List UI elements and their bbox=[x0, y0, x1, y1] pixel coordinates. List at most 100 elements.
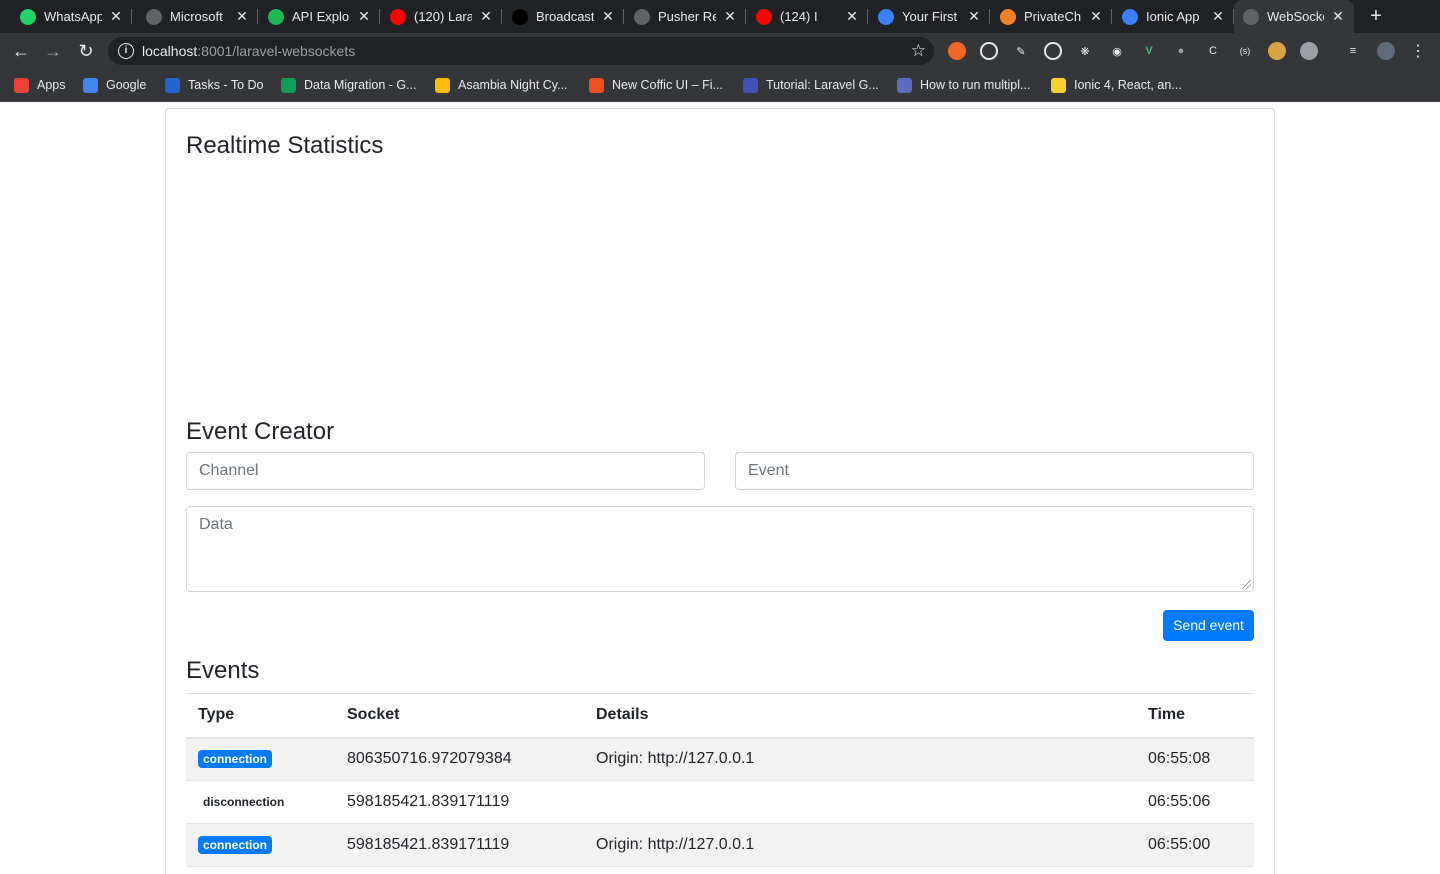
globe-icon bbox=[146, 8, 162, 25]
tab-title: Ionic App bbox=[1146, 9, 1200, 24]
event-placeholder: Event bbox=[748, 462, 789, 479]
tab-4[interactable]: Broadcast ✕ bbox=[502, 0, 624, 33]
new-tab-button[interactable]: + bbox=[1365, 5, 1387, 27]
dashboard-card: Realtime Statistics Event Creator Channe… bbox=[165, 108, 1275, 874]
close-tab-icon[interactable]: ✕ bbox=[1088, 8, 1104, 24]
stackoverflow-icon bbox=[1000, 8, 1016, 25]
url-text[interactable]: localhost:8001/laravel-websockets bbox=[142, 43, 355, 59]
event-input[interactable]: Event bbox=[735, 452, 1254, 490]
bookmark-item[interactable]: Data Migration - G... bbox=[281, 69, 417, 101]
ad-icon[interactable]: (s) bbox=[1236, 42, 1254, 60]
resize-handle-icon[interactable] bbox=[1242, 580, 1251, 589]
tab-3[interactable]: (120) Lara ✕ bbox=[380, 0, 502, 33]
bookmark-label: Data Migration - G... bbox=[304, 78, 417, 92]
tab-5[interactable]: Pusher Re ✕ bbox=[624, 0, 746, 33]
table-row: connection 806350716.972079384 Origin: htt… bbox=[186, 737, 1254, 781]
vue-icon[interactable]: V bbox=[1140, 42, 1158, 60]
column-header-socket: Socket bbox=[335, 693, 584, 739]
close-tab-icon[interactable]: ✕ bbox=[478, 8, 494, 24]
cookie-icon[interactable] bbox=[1268, 42, 1286, 60]
avatar[interactable] bbox=[1377, 42, 1395, 60]
tab-2[interactable]: API Explor ✕ bbox=[258, 0, 380, 33]
medium-icon bbox=[512, 8, 528, 25]
tab-title: Pusher Re bbox=[658, 9, 716, 24]
events-heading: Events bbox=[186, 657, 260, 684]
socket-cell: 598185421.839171119 bbox=[335, 823, 584, 867]
site-info-icon[interactable]: i bbox=[118, 43, 134, 59]
close-tab-icon[interactable]: ✕ bbox=[966, 8, 982, 24]
tab-0[interactable]: WhatsApp ✕ bbox=[10, 0, 132, 33]
bookmark-item[interactable]: Ionic 4, React, an... bbox=[1051, 69, 1182, 101]
channel-input[interactable]: Channel bbox=[186, 452, 705, 490]
tab-title: Microsoft bbox=[170, 9, 223, 24]
checkmark-icon bbox=[165, 77, 180, 93]
address-bar[interactable]: i localhost:8001/laravel-websockets ☆ bbox=[108, 37, 934, 65]
react-icon[interactable]: ❋ bbox=[1076, 42, 1094, 60]
code-icon[interactable]: C bbox=[1204, 42, 1222, 60]
apps-grid-icon bbox=[14, 77, 29, 93]
bookmark-star-icon[interactable]: ☆ bbox=[911, 41, 926, 61]
table-row: connection 598185421.839171119 Origin: htt… bbox=[186, 823, 1254, 867]
bookmark-item[interactable]: Apps bbox=[14, 69, 66, 101]
globe-icon bbox=[1243, 8, 1259, 25]
tab-title: PrivateCh bbox=[1024, 9, 1082, 24]
pen-icon[interactable]: ✎ bbox=[1012, 42, 1030, 60]
puzzle-icon[interactable] bbox=[1300, 42, 1318, 60]
close-tab-icon[interactable]: ✕ bbox=[1330, 8, 1346, 24]
ionic-icon bbox=[878, 8, 894, 25]
youtube-icon bbox=[390, 8, 406, 25]
sheets-icon bbox=[281, 77, 296, 93]
time-cell: 06:55:08 bbox=[1136, 737, 1254, 781]
socket-cell: 598185421.839171119 bbox=[335, 780, 584, 824]
back-arrow-icon[interactable]: ← bbox=[9, 39, 33, 63]
bookmark-item[interactable]: Tutorial: Laravel G... bbox=[743, 69, 879, 101]
python-icon bbox=[1051, 77, 1066, 93]
event-type-badge: disconnection bbox=[203, 795, 285, 809]
bookmark-item[interactable]: New Coffic UI – Fi... bbox=[589, 69, 723, 101]
close-tab-icon[interactable]: ✕ bbox=[234, 8, 250, 24]
send-event-button[interactable]: Send event bbox=[1163, 610, 1254, 641]
tab-6[interactable]: (124) I ✕ bbox=[746, 0, 868, 33]
bookmark-item[interactable]: How to run multipl... bbox=[897, 69, 1030, 101]
media-queue-icon[interactable]: ≡ bbox=[1344, 42, 1362, 60]
close-tab-icon[interactable]: ✕ bbox=[844, 8, 860, 24]
close-tab-icon[interactable]: ✕ bbox=[600, 8, 616, 24]
tab-8[interactable]: PrivateCh ✕ bbox=[990, 0, 1112, 33]
figma-icon bbox=[589, 77, 604, 93]
camera-icon[interactable]: ◉ bbox=[1108, 42, 1126, 60]
bookmark-item[interactable]: Tasks - To Do bbox=[165, 69, 264, 101]
data-textarea[interactable]: Data bbox=[186, 506, 1254, 592]
close-tab-icon[interactable]: ✕ bbox=[1210, 8, 1226, 24]
target-icon[interactable] bbox=[1044, 42, 1062, 60]
bluetooth-icon bbox=[743, 77, 758, 93]
close-tab-icon[interactable]: ✕ bbox=[356, 8, 372, 24]
menu-kebab-icon[interactable]: ⋮ bbox=[1409, 42, 1427, 60]
event-type-badge: connection bbox=[198, 836, 273, 854]
bookmark-label: Tasks - To Do bbox=[188, 78, 264, 92]
tab-title: Your First bbox=[902, 9, 958, 24]
time-cell: 06:55:06 bbox=[1136, 780, 1254, 824]
event-type-badge: connection bbox=[198, 750, 273, 769]
speedometer-icon[interactable] bbox=[980, 42, 998, 60]
bookmark-label: Tutorial: Laravel G... bbox=[766, 78, 879, 92]
realtime-statistics-heading: Realtime Statistics bbox=[186, 132, 384, 159]
type-cell: disconnection bbox=[186, 780, 335, 824]
bookmark-item[interactable]: Asambia Night Cy... bbox=[435, 69, 568, 101]
close-tab-icon[interactable]: ✕ bbox=[722, 8, 738, 24]
data-placeholder: Data bbox=[199, 516, 233, 533]
bookmark-label: Ionic 4, React, an... bbox=[1074, 78, 1182, 92]
tab-1[interactable]: Microsoft ✕ bbox=[136, 0, 258, 33]
tab-7[interactable]: Your First ✕ bbox=[868, 0, 990, 33]
extension-icon[interactable] bbox=[948, 42, 966, 60]
event-creator-heading: Event Creator bbox=[186, 418, 335, 445]
bookmark-label: Apps bbox=[37, 78, 66, 92]
forward-arrow-icon[interactable]: → bbox=[41, 39, 65, 63]
link-icon bbox=[897, 77, 912, 93]
location-pin-icon[interactable]: ● bbox=[1172, 42, 1190, 60]
bookmark-item[interactable]: Google bbox=[83, 69, 146, 101]
close-tab-icon[interactable]: ✕ bbox=[108, 8, 124, 24]
tab-title: WebSocke bbox=[1267, 9, 1324, 24]
reload-icon[interactable]: ↻ bbox=[74, 39, 98, 63]
tab-10[interactable]: WebSocke ✕ bbox=[1234, 0, 1354, 33]
tab-9[interactable]: Ionic App ✕ bbox=[1112, 0, 1234, 33]
